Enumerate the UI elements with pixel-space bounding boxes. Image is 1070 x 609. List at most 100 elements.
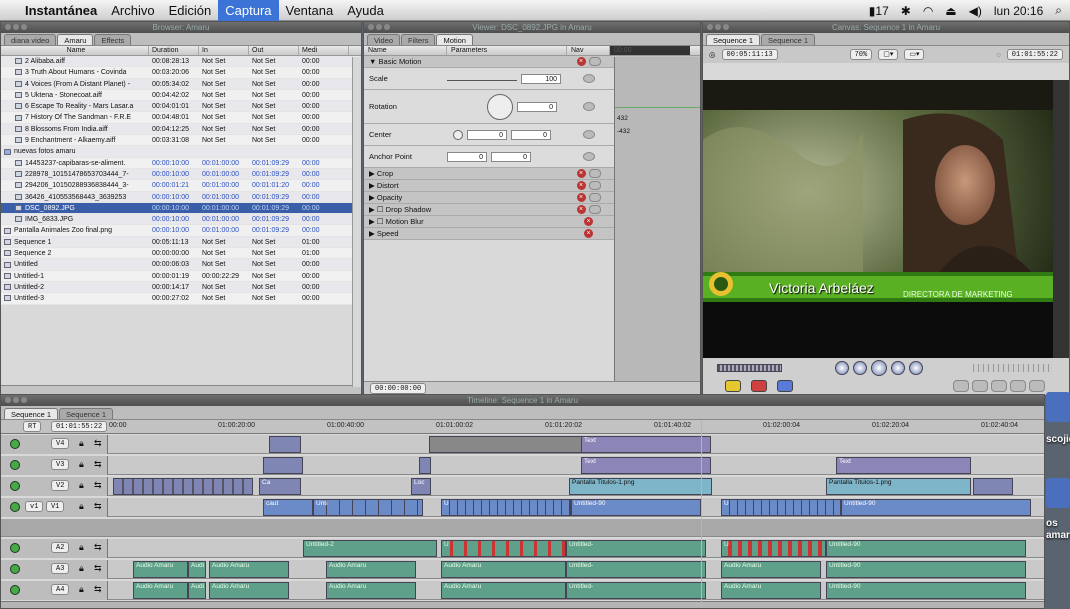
- auto-select-icon[interactable]: ⇆: [94, 459, 102, 470]
- audio-clip[interactable]: Untitled-90: [826, 561, 1026, 578]
- zoom-icon[interactable]: [21, 24, 27, 30]
- keyframe-graph[interactable]: 432 -432: [614, 57, 700, 387]
- spotlight-icon[interactable]: ⌕: [1055, 3, 1062, 18]
- jog-icon[interactable]: ◎: [709, 50, 716, 59]
- menu-captura[interactable]: Captura: [218, 0, 279, 21]
- disclosure-triangle-icon[interactable]: ▶: [369, 229, 377, 238]
- browser-vscrollbar[interactable]: [352, 57, 361, 387]
- png-clip[interactable]: Pantalla Titulos-1.png: [569, 478, 712, 495]
- tab-amaru[interactable]: Amaru: [57, 34, 94, 45]
- minimize-icon[interactable]: [13, 397, 19, 403]
- tab-effects[interactable]: Effects: [94, 34, 132, 45]
- keyframe-menu-icon[interactable]: [588, 205, 601, 214]
- track-audible-icon[interactable]: [10, 585, 20, 595]
- tab-sequence-1[interactable]: Sequence 1: [4, 408, 59, 419]
- audio-clip[interactable]: Audio Amaru: [441, 561, 566, 578]
- audio-clip[interactable]: U: [441, 540, 566, 557]
- play-button[interactable]: [871, 360, 887, 376]
- auto-select-icon[interactable]: ⇆: [94, 584, 102, 595]
- audio-clip[interactable]: Untitled-: [566, 540, 706, 557]
- zoom-popup[interactable]: 70%: [849, 49, 873, 60]
- reset-icon[interactable]: ×: [576, 205, 586, 214]
- rt-popup[interactable]: RT: [23, 421, 42, 432]
- add-keyframe-icon[interactable]: [582, 130, 595, 139]
- param-value[interactable]: 0: [511, 129, 551, 140]
- add-keyframe-icon[interactable]: [582, 102, 595, 111]
- timeline-clip[interactable]: Untitled-90: [571, 499, 701, 516]
- mark-in-icon[interactable]: [953, 380, 969, 392]
- audio-clip[interactable]: Untitled-: [566, 561, 706, 578]
- lock-icon[interactable]: 🔒︎: [79, 584, 84, 595]
- prev-edit-icon[interactable]: [835, 361, 849, 375]
- audio-clip[interactable]: Audio Amaru: [209, 561, 289, 578]
- browser-row[interactable]: 5 Uktena - Stonecoat.aiff 00:04:42:02 Not …: [1, 89, 361, 102]
- zoom-icon[interactable]: [21, 397, 27, 403]
- clock[interactable]: lun 20:16: [994, 4, 1043, 18]
- zoom-icon[interactable]: [384, 24, 390, 30]
- timeline-clip[interactable]: [269, 436, 301, 453]
- timeline-clip[interactable]: caut: [263, 499, 313, 516]
- keyframe-menu-icon[interactable]: [588, 169, 601, 178]
- tab-filters[interactable]: Filters: [401, 34, 436, 45]
- reset-icon[interactable]: ×: [576, 169, 586, 178]
- browser-row[interactable]: 8 Blossoms From India.aiff 00:04:12:25 Not…: [1, 123, 361, 136]
- canvas-timecode[interactable]: 00:05:11:13: [721, 49, 778, 60]
- track-destination[interactable]: V4: [51, 438, 70, 449]
- track-destination[interactable]: A4: [51, 584, 70, 595]
- reset-icon[interactable]: ×: [576, 181, 586, 190]
- disclosure-triangle-icon[interactable]: ▶ ☐: [369, 205, 386, 214]
- track-visibility-icon[interactable]: [10, 460, 20, 470]
- param-value[interactable]: 100: [521, 73, 561, 84]
- desktop-folder-icon[interactable]: [1046, 478, 1070, 508]
- timeline-clip[interactable]: Untitled-90: [841, 499, 1031, 516]
- volume-icon[interactable]: ◀): [969, 4, 982, 18]
- timeline-clip[interactable]: [263, 457, 303, 474]
- minimize-icon[interactable]: [13, 24, 19, 30]
- timeline-clip[interactable]: [973, 478, 1013, 495]
- tab-sequence-1[interactable]: Sequence 1: [706, 34, 761, 45]
- timeline-clip[interactable]: Unti: [313, 499, 423, 516]
- audio-clip[interactable]: Audio Amaru: [721, 582, 821, 599]
- timeline-clip[interactable]: [419, 457, 431, 474]
- insert-icon[interactable]: [725, 380, 741, 392]
- overlay-popup[interactable]: ▭▾: [904, 49, 925, 60]
- close-icon[interactable]: [5, 24, 11, 30]
- audio-clip[interactable]: Audio Amaru: [133, 582, 188, 599]
- track-visibility-icon[interactable]: [10, 502, 20, 512]
- timeline-clip[interactable]: [429, 436, 584, 453]
- lock-icon[interactable]: 🔒︎: [79, 563, 84, 574]
- keyframe-menu-icon[interactable]: [588, 57, 601, 66]
- disclosure-triangle-icon[interactable]: ▶ ☐: [369, 217, 386, 226]
- timeline-clip[interactable]: U: [721, 499, 841, 516]
- canvas-video-frame[interactable]: Victoria Arbeláez DIRECTORA DE MARKETING: [703, 80, 1055, 358]
- menu-archivo[interactable]: Archivo: [104, 3, 161, 18]
- audio-clip[interactable]: Audio Amaru: [209, 582, 289, 599]
- timeline-scrollbar[interactable]: [1, 601, 1044, 608]
- auto-select-icon[interactable]: ⇆: [94, 563, 102, 574]
- audio-clip[interactable]: Untitled-: [566, 582, 706, 599]
- auto-select-icon[interactable]: ⇆: [94, 438, 102, 449]
- tab-sequence-1b[interactable]: Sequence 1: [59, 408, 114, 419]
- source-patch[interactable]: v1: [25, 501, 44, 512]
- track-destination[interactable]: V1: [46, 501, 65, 512]
- audio-clip[interactable]: Untitled-90: [826, 540, 1026, 557]
- view-popup[interactable]: ▢▾: [878, 49, 899, 60]
- track-visibility-icon[interactable]: [10, 439, 20, 449]
- col-name[interactable]: Name: [1, 46, 149, 55]
- browser-row[interactable]: 2 Alibaba.aiff 00:08:28:13 Not Set Not Set 0…: [1, 56, 361, 68]
- menu-ventana[interactable]: Ventana: [279, 3, 341, 18]
- track-destination[interactable]: V3: [51, 459, 70, 470]
- disclosure-triangle-icon[interactable]: ▼: [369, 57, 379, 66]
- audio-clip[interactable]: Audi: [188, 582, 206, 599]
- track-destination[interactable]: A2: [51, 542, 70, 553]
- zoom-icon[interactable]: [723, 24, 729, 30]
- browser-row[interactable]: 36426_410553568443_3639253 00:00:10:00 00:…: [1, 191, 361, 203]
- browser-row[interactable]: 4 Voices (From A Distant Planet) - 00:05:…: [1, 78, 361, 90]
- menu-ayuda[interactable]: Ayuda: [340, 3, 391, 18]
- rotation-dial[interactable]: [487, 93, 513, 120]
- browser-row[interactable]: 6 Escape To Reality - Mars Lasar.a 00:04:…: [1, 101, 361, 113]
- menu-app[interactable]: Instantánea: [18, 3, 104, 18]
- browser-row[interactable]: Sequence 1 00:05:11:13 Not Set Not Set 01:00: [1, 236, 361, 249]
- col-in[interactable]: In: [199, 46, 249, 55]
- tab-motion[interactable]: Motion: [436, 34, 473, 45]
